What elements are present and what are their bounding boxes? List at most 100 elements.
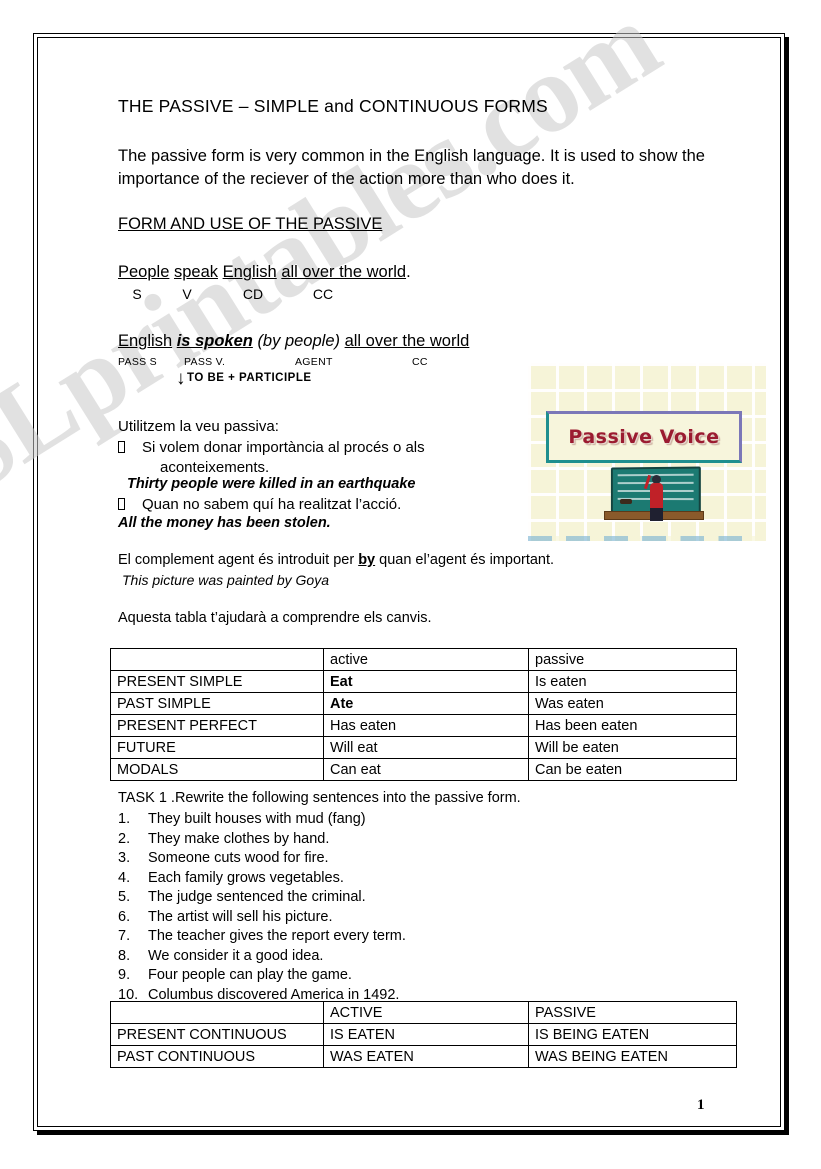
table2-tense: PAST CONTINUOUS (110, 1045, 324, 1068)
table1-passive: Is eaten (528, 670, 737, 693)
list-item: 6. The artist will sell his picture. (118, 908, 638, 928)
table1-active: Has eaten (323, 714, 529, 737)
table1-passive: Will be eaten (528, 736, 737, 759)
english-example-2: All the money has been stolen. (118, 515, 331, 531)
table-row: PRESENT PERFECT Has eaten Has been eaten (110, 714, 737, 737)
table1-header-blank (110, 648, 324, 671)
label-pass-v: PASS V. (184, 356, 226, 368)
passive-example-verb: is spoken (176, 332, 253, 350)
worksheet-content: THE PASSIVE – SIMPLE and CONTINUOUS FORM… (0, 0, 821, 1169)
item-number: 7. (118, 928, 131, 944)
table2-header-blank (110, 1001, 324, 1024)
agent-example-sentence: This picture was painted by Goya (122, 572, 329, 588)
table2-passive: WAS BEING EATEN (528, 1045, 737, 1068)
item-number: 3. (118, 850, 131, 866)
passive-example-sentence: English is spoken (by people) all over t… (118, 332, 469, 351)
catalan-bullet-1-line2: aconteixements. (160, 459, 270, 476)
to-be-participle-note: ↓TO BE + PARTICIPLE (176, 368, 312, 389)
simple-forms-table: active passive PRESENT SIMPLE Eat Is eat… (110, 648, 737, 781)
table-row: PAST CONTINUOUS WAS EATEN WAS BEING EATE… (110, 1045, 737, 1068)
table1-active: Can eat (323, 758, 529, 781)
catalan-bullet-2: Quan no sabem quí ha realitzat l’acció. (118, 495, 518, 515)
agent-note-by-keyword: by (358, 552, 376, 568)
list-item: 8. We consider it a good idea. (118, 947, 638, 967)
list-item: 4. Each family grows vegetables. (118, 869, 638, 889)
passive-example-complement: all over the world (344, 332, 470, 350)
item-number: 2. (118, 830, 131, 847)
label-cd: CD (242, 286, 264, 302)
table2-header-passive: PASSIVE (528, 1001, 737, 1024)
active-example-complement: all over the world (281, 263, 407, 281)
page-title: THE PASSIVE – SIMPLE and CONTINUOUS FORM… (118, 96, 548, 116)
item-text: The teacher gives the report every term. (148, 928, 406, 944)
active-example-sentence: People speak English all over the world. (118, 263, 411, 282)
to-be-participle-text: TO BE + PARTICIPLE (187, 372, 312, 384)
active-example-period: . (406, 263, 411, 281)
down-arrow-icon: ↓ (176, 368, 186, 389)
bullet-box-icon (118, 498, 125, 510)
table2-tense: PRESENT CONTINUOUS (110, 1023, 324, 1046)
table1-header-active: active (323, 648, 529, 671)
agent-note-pre: El complement agent és introduit per (118, 552, 359, 568)
table1-active: Will eat (323, 736, 529, 759)
item-text: Four people can play the game. (148, 967, 352, 983)
table-row: PAST SIMPLE Ate Was eaten (110, 692, 737, 715)
continuous-forms-table: ACTIVE PASSIVE PRESENT CONTINUOUS IS EAT… (110, 1001, 737, 1068)
worksheet-page: ESLprintables.com Passive Voice THE PASS… (0, 0, 821, 1169)
task-sentence-list: 1. They built houses with mud (fang) 2. Th… (118, 810, 638, 1005)
table1-passive: Can be eaten (528, 758, 737, 781)
table-header-row: active passive (110, 648, 737, 671)
active-example-labels: S V CD CC (118, 286, 358, 302)
label-pass-s: PASS S (118, 356, 157, 368)
table-row: PRESENT SIMPLE Eat Is eaten (110, 670, 737, 693)
table2-passive: IS BEING EATEN (528, 1023, 737, 1046)
table1-tense: PRESENT SIMPLE (110, 670, 324, 693)
table-row: FUTURE Will eat Will be eaten (110, 736, 737, 759)
agent-note: El complement agent és introduit per by … (118, 552, 554, 568)
item-text: We consider it a good idea. (148, 947, 324, 964)
catalan-bullet-1: Si volem donar importància al procés o a… (118, 438, 518, 478)
active-example-subject: People (118, 263, 170, 281)
english-example-1: Thirty people were killed in an earthqua… (127, 476, 416, 492)
table-row: MODALS Can eat Can be eaten (110, 758, 737, 781)
task-heading: TASK 1 .Rewrite the following sentences … (118, 790, 521, 806)
item-number: 6. (118, 908, 131, 925)
passive-example-subject: English (118, 332, 173, 350)
item-number: 4. (118, 869, 131, 886)
table2-active: IS EATEN (323, 1023, 529, 1046)
page-number: 1 (697, 1097, 705, 1113)
table1-passive: Was eaten (528, 692, 737, 715)
table-header-row: ACTIVE PASSIVE (110, 1001, 737, 1024)
list-item: 5. The judge sentenced the criminal. (118, 888, 638, 908)
item-text: Someone cuts wood for fire. (148, 850, 329, 866)
list-item: 3. Someone cuts wood for fire. (118, 849, 638, 869)
table1-passive: Has been eaten (528, 714, 737, 737)
label-agent: AGENT (295, 356, 333, 368)
passive-example-agent: (by people) (257, 332, 340, 350)
active-example-verb: speak (173, 263, 219, 281)
table-intro-text: Aquesta tabla t’ajudarà a comprendre els… (118, 610, 432, 626)
item-text: They make clothes by hand. (148, 830, 330, 847)
table1-tense: MODALS (110, 758, 324, 781)
passive-example-labels: PASS S PASS V. AGENT CC (118, 356, 428, 368)
table2-active: WAS EATEN (323, 1045, 529, 1068)
item-text: The artist will sell his picture. (148, 908, 333, 925)
catalan-bullet-2-text: Quan no sabem quí ha realitzat l’acció. (142, 496, 402, 513)
item-number: 8. (118, 947, 131, 964)
item-text: They built houses with mud (fang) (148, 811, 366, 827)
catalan-bullet-1-line1: Si volem donar importància al procés o a… (142, 439, 425, 456)
table1-header-passive: passive (528, 648, 737, 671)
catalan-heading: Utilitzem la veu passiva: (118, 418, 279, 435)
table1-active: Eat (323, 670, 529, 693)
list-item: 2. They make clothes by hand. (118, 830, 638, 850)
list-item: 9. Four people can play the game. (118, 966, 638, 986)
item-number: 5. (118, 889, 131, 905)
active-example-object: English (222, 263, 277, 281)
item-text: Each family grows vegetables. (148, 869, 344, 886)
table-row: PRESENT CONTINUOUS IS EATEN IS BEING EAT… (110, 1023, 737, 1046)
label-cc: CC (312, 286, 334, 302)
label-cc-2: CC (412, 356, 428, 368)
table1-tense: PRESENT PERFECT (110, 714, 324, 737)
section-heading-form-and-use: FORM AND USE OF THE PASSIVE (118, 215, 383, 233)
table2-header-active: ACTIVE (323, 1001, 529, 1024)
